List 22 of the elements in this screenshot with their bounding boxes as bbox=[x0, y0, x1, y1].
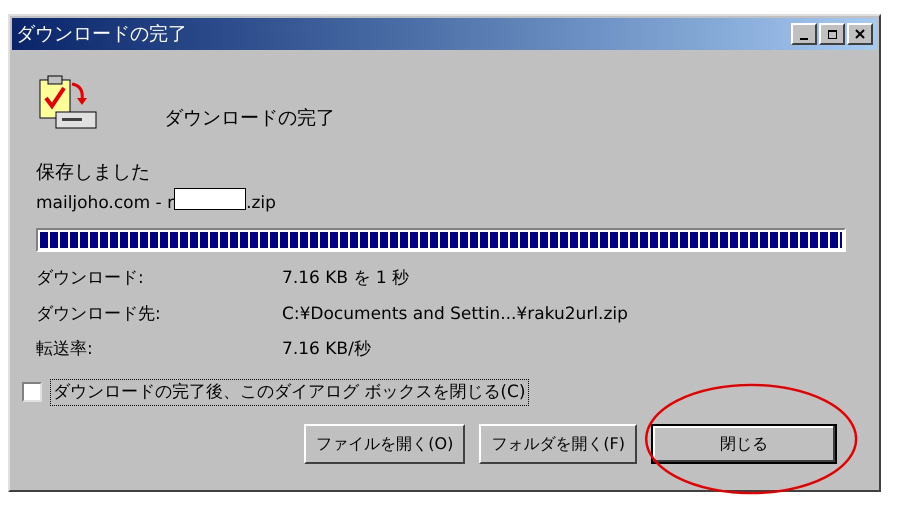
detail-value: C:¥Documents and Settin...¥raku2url.zip bbox=[282, 302, 628, 326]
detail-value: 7.16 KB を 1 秒 bbox=[282, 267, 410, 290]
detail-value: 7.16 KB/秒 bbox=[282, 338, 371, 361]
file-name: mailjoho.com - r bbox=[36, 192, 174, 214]
file-extension: .zip bbox=[246, 192, 276, 214]
close-icon bbox=[855, 29, 865, 39]
dialog-button[interactable]: フォルダを開く(F) bbox=[479, 424, 637, 464]
checkbox[interactable] bbox=[22, 382, 42, 402]
maximize-button[interactable] bbox=[819, 23, 845, 45]
checkbox-label[interactable]: ダウンロードの完了後、このダイアログ ボックスを閉じる(C) bbox=[50, 378, 529, 406]
minimize-icon bbox=[800, 38, 808, 40]
status-text: 保存しました bbox=[36, 160, 151, 185]
dialog-heading: ダウンロードの完了 bbox=[164, 106, 335, 130]
window-title: ダウンロードの完了 bbox=[16, 22, 187, 47]
close-button[interactable] bbox=[847, 23, 873, 45]
dialog-button[interactable]: 閉じる bbox=[651, 424, 837, 464]
dialog-button[interactable]: ファイルを開く(O) bbox=[304, 424, 466, 464]
minimize-button[interactable] bbox=[791, 23, 817, 45]
detail-label: ダウンロード先: bbox=[36, 302, 162, 326]
detail-label: ダウンロード: bbox=[36, 267, 145, 290]
detail-label: 転送率: bbox=[36, 338, 94, 361]
maximize-icon bbox=[828, 30, 836, 38]
